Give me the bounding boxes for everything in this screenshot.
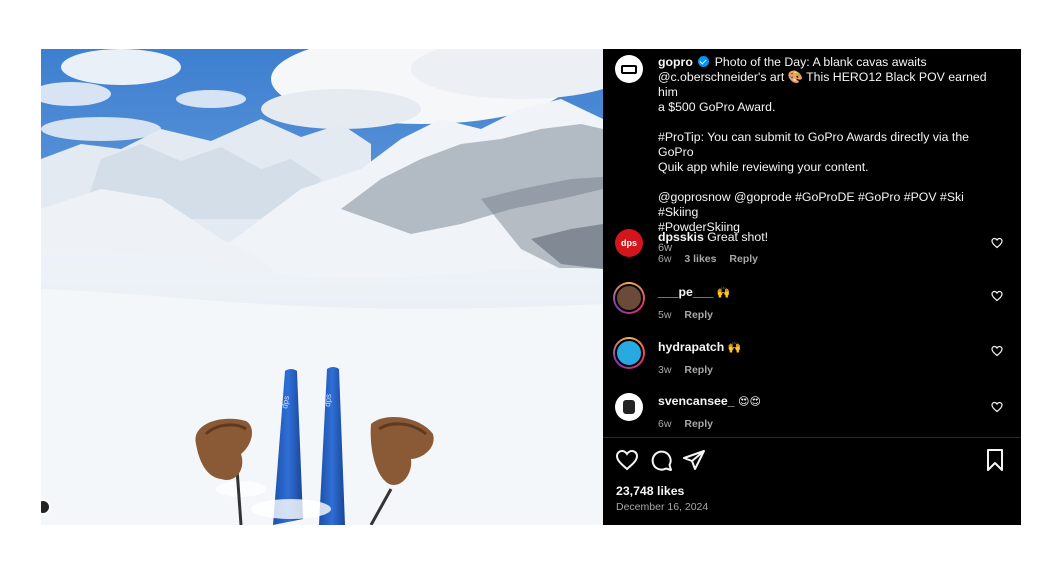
heart-small-icon[interactable] <box>991 345 1003 357</box>
comment-time[interactable]: 3w <box>658 364 671 376</box>
share-icon[interactable] <box>682 448 706 472</box>
heart-small-icon[interactable] <box>991 237 1003 249</box>
comment-time[interactable]: 6w <box>658 418 671 430</box>
dpsskis-avatar[interactable]: dps <box>615 229 643 257</box>
comment-item: ___pe___ 🙌 5w Reply <box>613 282 1009 323</box>
comment-username[interactable]: ___pe___ <box>658 285 713 299</box>
instagram-post: dps dps gopro Photo of the Day: A blank … <box>41 49 1021 525</box>
divider <box>603 437 1021 438</box>
heart-small-icon[interactable] <box>991 290 1003 302</box>
comment-username[interactable]: hydrapatch <box>658 340 724 354</box>
caption-text: gopro Photo of the Day: A blank cavas aw… <box>658 55 1003 256</box>
story-ring[interactable] <box>613 337 645 369</box>
ski-pov-photo: dps dps <box>41 49 603 525</box>
pe-avatar <box>615 284 643 312</box>
svg-text:dps: dps <box>323 394 333 408</box>
gopro-logo-icon <box>621 64 637 74</box>
comment-likes[interactable]: 3 likes <box>684 253 716 265</box>
comment-item: dps dpsskis Great shot! 6w 3 likes Reply <box>615 229 1009 267</box>
protip-line-2: Quik app while reviewing your content. <box>658 160 869 174</box>
comment-username[interactable]: dpsskis <box>658 230 704 244</box>
comment-icon[interactable] <box>649 448 673 472</box>
author-username[interactable]: gopro <box>658 55 693 69</box>
reply-button[interactable]: Reply <box>684 364 713 376</box>
caption-line-2: @c.oberschneider's art 🎨 This HERO12 Bla… <box>658 70 987 99</box>
comment-text: Great shot! <box>707 230 769 244</box>
comment-text: 😍😍 <box>738 395 761 408</box>
comment-time[interactable]: 5w <box>658 309 671 321</box>
hydrapatch-avatar <box>615 339 643 367</box>
likes-count[interactable]: 23,748 likes <box>616 484 684 498</box>
bookmark-icon[interactable] <box>983 448 1007 472</box>
comment-username[interactable]: svencansee_ <box>658 394 735 408</box>
gopro-avatar[interactable] <box>615 55 643 83</box>
comment-time[interactable]: 6w <box>658 253 671 265</box>
tags-line-1[interactable]: @goprosnow @goprode #GoProDE #GoPro #POV… <box>658 190 1003 220</box>
heart-icon[interactable] <box>615 448 639 472</box>
comment-text: 🙌 <box>716 286 731 299</box>
heart-small-icon[interactable] <box>991 401 1003 413</box>
caption: gopro Photo of the Day: A blank cavas aw… <box>615 55 1009 256</box>
story-ring[interactable] <box>613 282 645 314</box>
post-date: December 16, 2024 <box>616 501 709 513</box>
caption-line-1: Photo of the Day: A blank cavas awaits <box>714 55 927 69</box>
protip-line-1: #ProTip: You can submit to GoPro Awards … <box>658 130 970 159</box>
avatar-figure-icon <box>623 400 635 414</box>
svencansee-avatar[interactable] <box>615 393 643 421</box>
comment-text: 🙌 <box>727 341 742 354</box>
action-bar <box>615 448 1007 472</box>
verified-badge-icon <box>698 56 710 67</box>
comment-item: svencansee_ 😍😍 6w Reply <box>615 393 1009 432</box>
reply-button[interactable]: Reply <box>684 309 713 321</box>
post-detail-panel: gopro Photo of the Day: A blank cavas aw… <box>603 49 1021 525</box>
comment-item: hydrapatch 🙌 3w Reply <box>613 337 1009 378</box>
dps-logo-text: dps <box>620 238 637 248</box>
reply-button[interactable]: Reply <box>729 253 758 265</box>
reply-button[interactable]: Reply <box>684 418 713 430</box>
caption-line-3: a $500 GoPro Award. <box>658 100 776 114</box>
post-photo[interactable]: dps dps <box>41 49 603 525</box>
